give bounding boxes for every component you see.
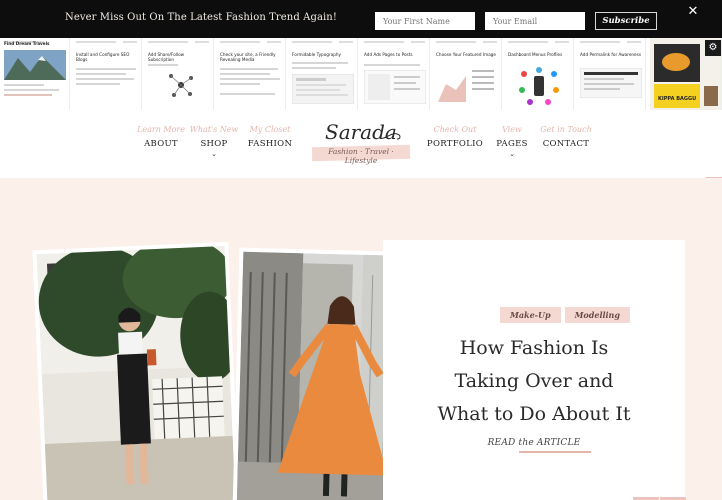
subscribe-button[interactable]: Subscribe bbox=[595, 12, 657, 30]
text-line bbox=[220, 73, 270, 75]
text-line bbox=[4, 89, 59, 91]
text-line bbox=[292, 62, 348, 64]
nav-label: FASHION bbox=[247, 139, 293, 149]
text-line bbox=[220, 78, 280, 80]
thumbnail-card[interactable]: Add Ads Pages to Posts bbox=[360, 38, 430, 110]
nav-item-contact[interactable]: Get in Touch CONTACT bbox=[531, 124, 601, 149]
text-line bbox=[76, 83, 120, 85]
thumb-header bbox=[411, 41, 425, 43]
thumb-header bbox=[436, 41, 476, 43]
hero-photo-left bbox=[32, 241, 240, 500]
close-icon[interactable]: ✕ bbox=[686, 5, 700, 19]
thumb-header bbox=[267, 41, 281, 43]
thumb-title: Choose Your Featured Image bbox=[436, 52, 496, 57]
text-line bbox=[76, 73, 126, 75]
thumb-header bbox=[483, 41, 497, 43]
thumbnail-card[interactable]: Formidable Typography bbox=[288, 38, 358, 110]
thumb-header bbox=[364, 41, 404, 43]
thumb-header bbox=[76, 41, 116, 43]
thumbnail-card[interactable]: Find Dream Travels bbox=[0, 38, 70, 110]
thumb-header bbox=[220, 41, 260, 43]
text-line bbox=[220, 83, 260, 85]
logo-swash-icon bbox=[379, 133, 401, 140]
social-icons-image bbox=[519, 67, 559, 105]
thumb-header bbox=[292, 41, 332, 43]
text-line bbox=[76, 68, 136, 70]
first-name-input[interactable] bbox=[375, 12, 475, 30]
thumb-title: Add Ads Pages to Posts bbox=[364, 52, 413, 57]
thumb-header bbox=[195, 41, 209, 43]
article-tags: Make-Up Modelling bbox=[500, 303, 634, 323]
text-line bbox=[220, 93, 275, 95]
text-line bbox=[4, 84, 44, 86]
thumb-title: Install and Configure SEO Blogs bbox=[76, 52, 130, 62]
featured-article-card: Make-Up Modelling How Fashion Is Taking O… bbox=[383, 240, 685, 500]
text-line bbox=[292, 67, 336, 69]
nav-label: CONTACT bbox=[542, 139, 590, 149]
nav-subtitle: My Closet bbox=[249, 125, 291, 134]
text-line bbox=[148, 64, 178, 66]
screenshot-image bbox=[580, 68, 642, 98]
screenshot-image bbox=[292, 74, 354, 104]
headline-line: What to Do About It bbox=[437, 403, 631, 425]
page: Never Miss Out On The Latest Fashion Tre… bbox=[0, 0, 722, 500]
headline-line: Taking Over and bbox=[454, 370, 614, 392]
slider-arrows bbox=[633, 492, 687, 500]
thumb-header bbox=[148, 41, 188, 43]
tag-makeup[interactable]: Make-Up bbox=[500, 307, 561, 323]
thumb-header bbox=[555, 41, 569, 43]
chevron-down-icon[interactable]: ⌄ bbox=[477, 151, 547, 158]
thumb-header bbox=[580, 41, 620, 43]
thumb-header bbox=[508, 41, 548, 43]
read-underline bbox=[519, 451, 591, 453]
article-headline[interactable]: How Fashion Is Taking Over and What to D… bbox=[383, 332, 685, 431]
chart-image bbox=[436, 64, 498, 104]
optin-bar: Never Miss Out On The Latest Fashion Tre… bbox=[0, 0, 722, 38]
thumbnail-card[interactable]: Check your site, a Friendly Revealing Me… bbox=[216, 38, 286, 110]
screenshot-image bbox=[364, 70, 426, 104]
text-line bbox=[220, 68, 278, 70]
nav-subtitle: Get in Touch bbox=[540, 125, 592, 134]
text-line bbox=[76, 78, 134, 80]
thumb-title: Find Dream Travels bbox=[4, 41, 50, 46]
woman-plants-image bbox=[36, 246, 236, 500]
gear-icon[interactable]: ⚙ bbox=[705, 40, 721, 56]
thumbnail-card[interactable]: Install and Configure SEO Blogs bbox=[72, 38, 142, 110]
read-article-link[interactable]: READ the ARTICLE bbox=[383, 438, 685, 448]
thumb-title: Add Share/Follow Subscription bbox=[148, 52, 185, 62]
text-line bbox=[364, 64, 420, 66]
tag-modelling[interactable]: Modelling bbox=[564, 307, 630, 323]
thumbnail-card[interactable]: Dashboard Menus Profiles bbox=[504, 38, 574, 110]
network-icon bbox=[169, 74, 193, 97]
chevron-down-icon[interactable]: ⌄ bbox=[179, 151, 249, 158]
thumb-title: KIPPA BAGGU bbox=[658, 96, 697, 102]
thumbnail-card[interactable]: Add Permalink for Awareness bbox=[576, 38, 646, 110]
text-line bbox=[4, 94, 52, 96]
thumbnail-card[interactable]: Add Share/Follow Subscription bbox=[144, 38, 214, 110]
nav-item-fashion[interactable]: My Closet FASHION bbox=[235, 124, 305, 149]
thumbnail-card[interactable]: Choose Your Featured Image bbox=[432, 38, 502, 110]
thumb-title: Dashboard Menus Profiles bbox=[508, 52, 563, 57]
mountain-image bbox=[4, 50, 66, 80]
thumb-title: Check your site, a Friendly Revealing Me… bbox=[220, 52, 276, 62]
optin-message: Never Miss Out On The Latest Fashion Tre… bbox=[65, 12, 337, 23]
thumb-header bbox=[627, 41, 641, 43]
thumb-title: Add Permalink for Awareness bbox=[580, 52, 641, 57]
thumb-title: Formidable Typography bbox=[292, 52, 342, 57]
thumb-header bbox=[123, 41, 137, 43]
site-logo[interactable]: Sarada Fashion · Travel · Lifestyle bbox=[307, 118, 417, 170]
email-input[interactable] bbox=[485, 12, 585, 30]
logo-tagline: Fashion · Travel · Lifestyle bbox=[328, 147, 394, 165]
headline-line: How Fashion Is bbox=[459, 337, 609, 359]
post-thumbnail-strip: Find Dream Travels Install and Configure… bbox=[0, 38, 722, 110]
thumb-header bbox=[339, 41, 353, 43]
